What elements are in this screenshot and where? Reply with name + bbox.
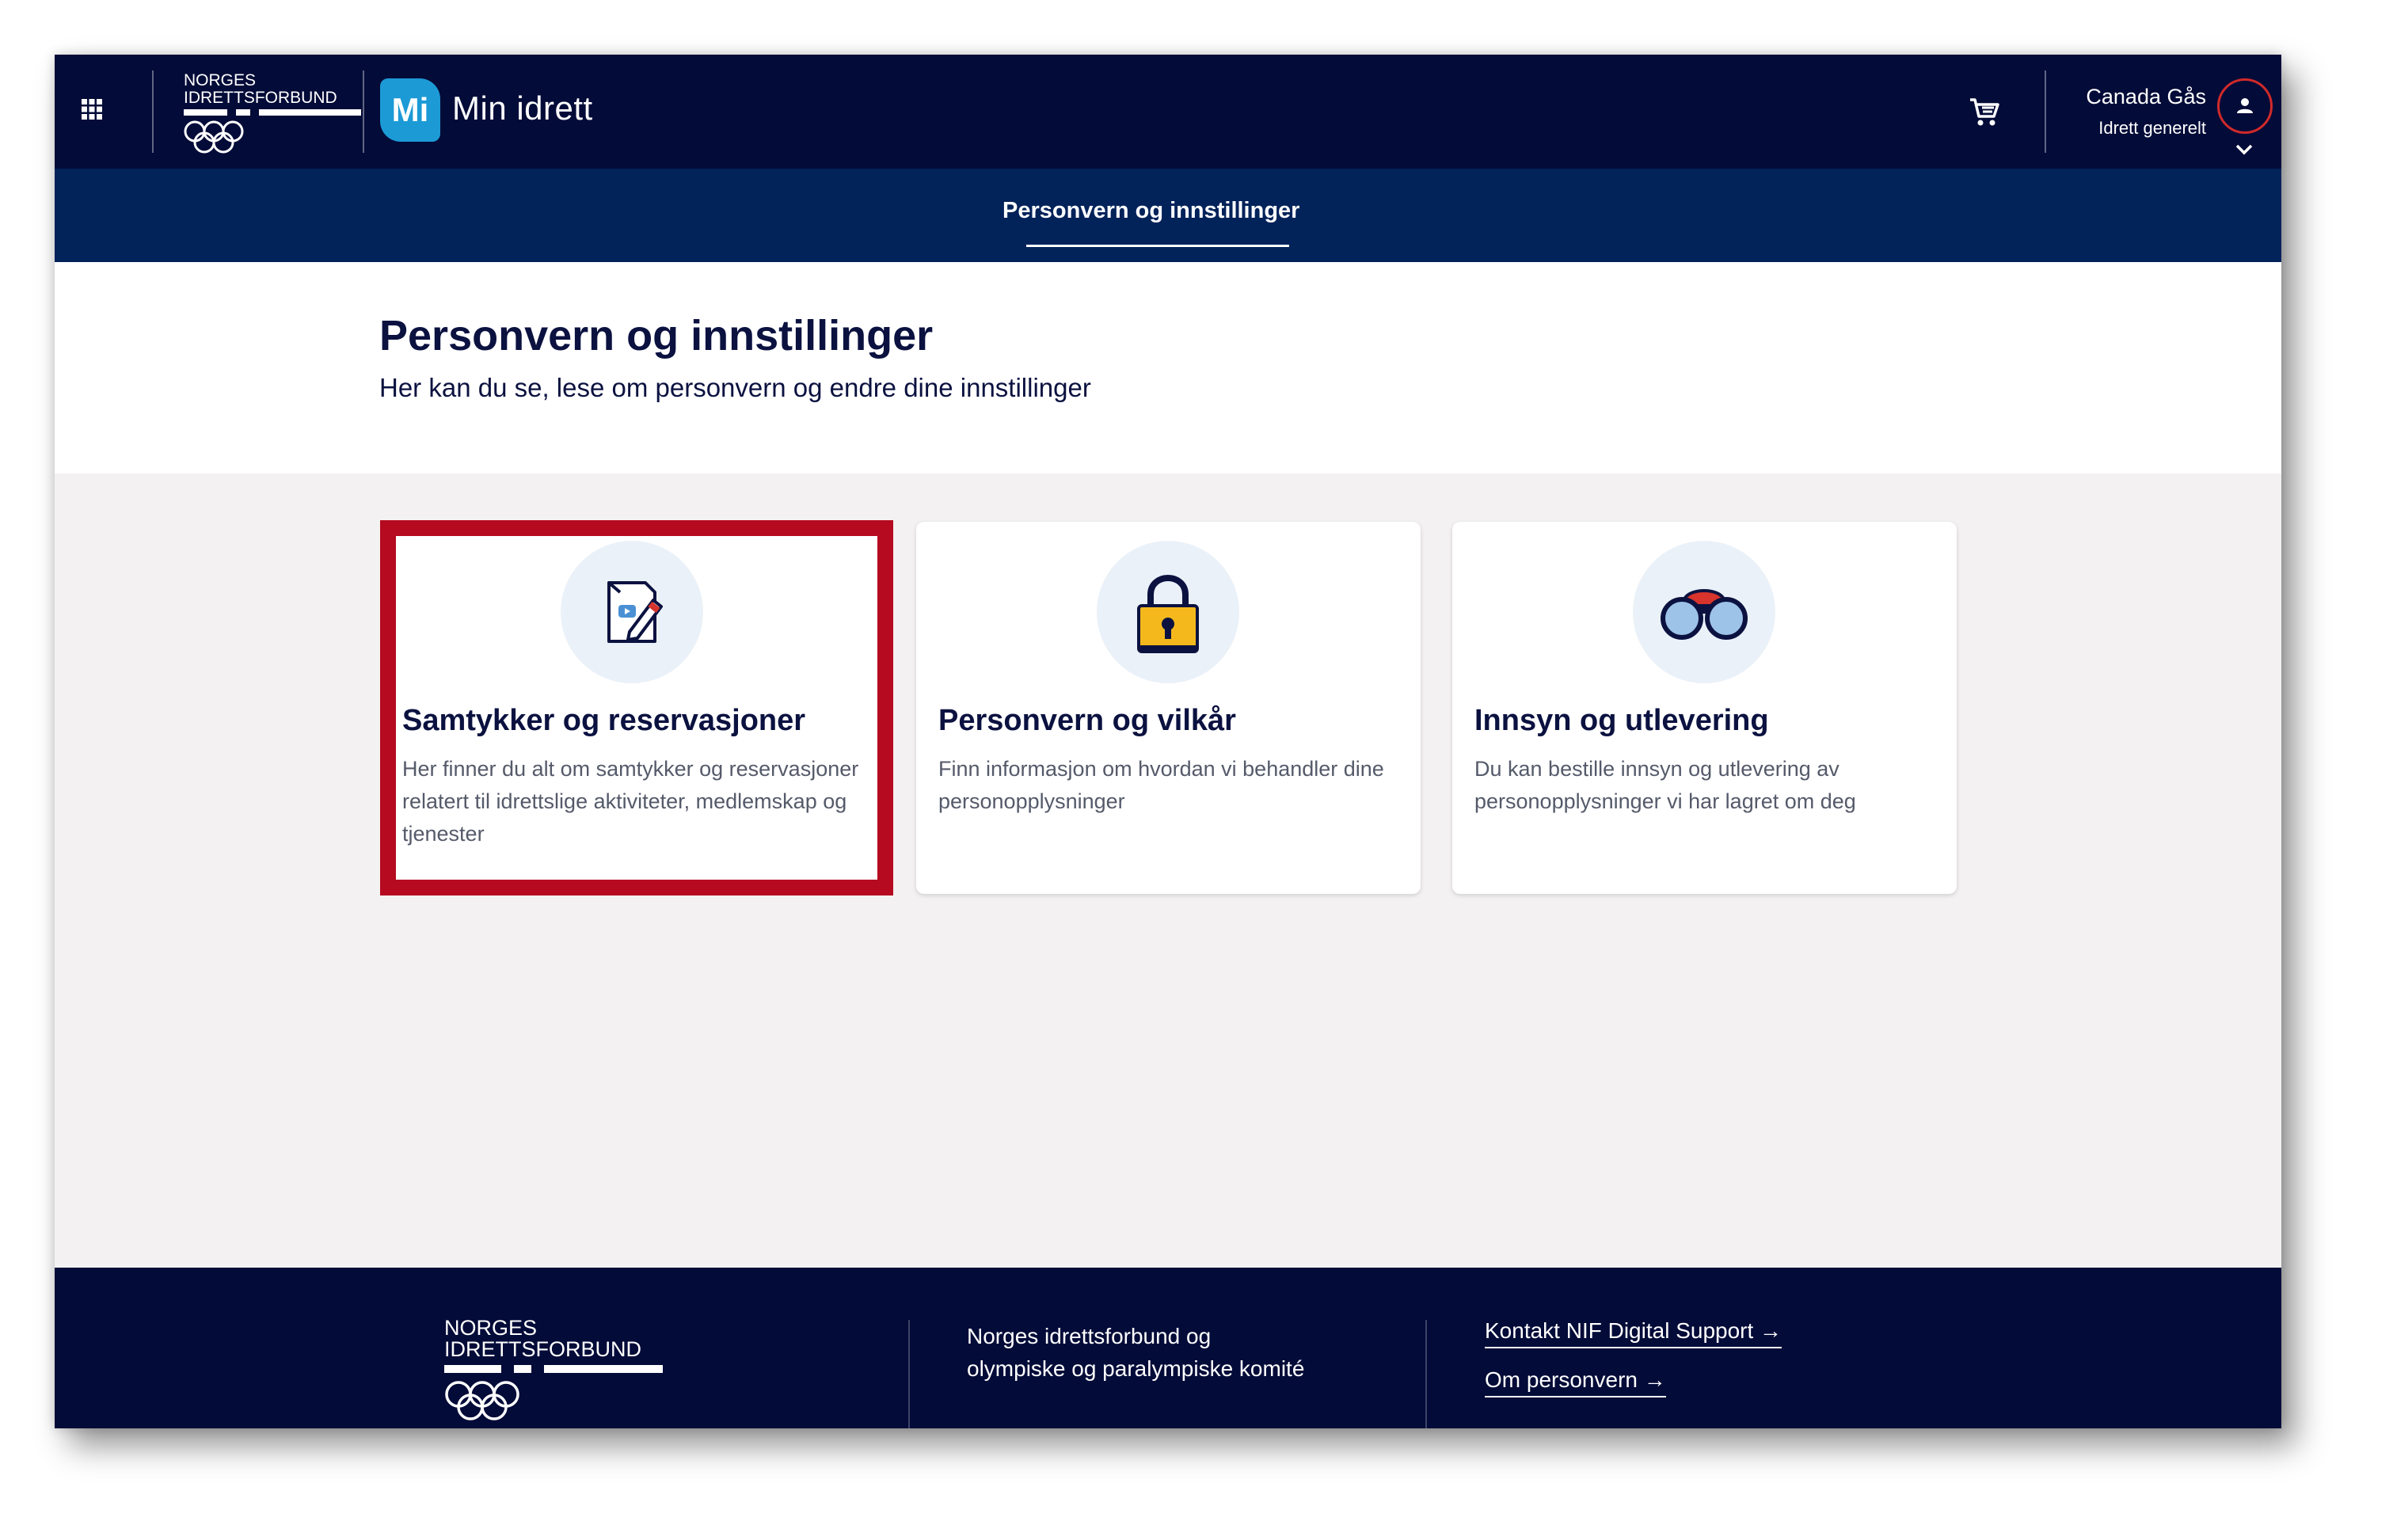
footer-nif-logo: NORGES IDRETTSFORBUND xyxy=(444,1316,663,1420)
cart-icon[interactable] xyxy=(1968,96,2001,127)
brand-line2: IDRETTSFORBUND xyxy=(184,89,337,107)
footer-divider xyxy=(908,1320,910,1428)
page-subtitle: Her kan du se, lese om personvern og end… xyxy=(379,373,1091,402)
footer-brand-line2: IDRETTSFORBUND xyxy=(444,1337,641,1361)
footer-org-line2: olympiske og paralympiske komité xyxy=(967,1356,1305,1381)
card-innsyn-og-utlevering[interactable]: Innsyn og utlevering Du kan bestille inn… xyxy=(1452,522,1957,894)
top-header: NORGES IDRETTSFORBUND Mi Min idrett Cana… xyxy=(55,55,2281,169)
person-icon xyxy=(2237,98,2253,113)
card-icon-wrapper xyxy=(1097,541,1239,683)
page-footer: NORGES IDRETTSFORBUND Norges idrettsforb… xyxy=(55,1268,2281,1428)
chevron-down-icon[interactable] xyxy=(2234,143,2254,156)
brand-line1: NORGES xyxy=(184,71,256,89)
consent-document-icon xyxy=(607,581,663,643)
card-description: Finn informasjon om hvordan vi behandler… xyxy=(938,757,1384,813)
card-description: Her finner du alt om samtykker og reserv… xyxy=(402,757,859,846)
card-personvern-og-vilkar[interactable]: Personvern og vilkår Finn informasjon om… xyxy=(916,522,1421,894)
footer-organization: Norges idrettsforbund og olympiske og pa… xyxy=(967,1320,1304,1385)
min-idrett-badge[interactable]: Mi xyxy=(380,78,440,142)
user-organization[interactable]: Idrett generelt xyxy=(2098,118,2206,139)
footer-brand-line1: NORGES xyxy=(444,1316,537,1340)
sub-navigation: Personvern og innstillinger xyxy=(55,169,2281,262)
user-name[interactable]: Canada Gås xyxy=(2086,85,2206,109)
card-title[interactable]: Personvern og vilkår xyxy=(938,704,1236,738)
card-icon-wrapper xyxy=(1633,541,1775,683)
nif-logo[interactable]: NORGES IDRETTSFORBUND xyxy=(184,68,361,155)
header-divider xyxy=(363,70,364,153)
card-title[interactable]: Samtykker og reservasjoner xyxy=(402,704,805,738)
binoculars-icon xyxy=(1661,589,1748,640)
header-divider xyxy=(2045,70,2046,153)
footer-divider xyxy=(1425,1320,1427,1428)
footer-link-privacy[interactable]: Om personvern → xyxy=(1485,1367,1666,1397)
padlock-icon xyxy=(1137,575,1199,653)
footer-link-digital-support[interactable]: Kontakt NIF Digital Support → xyxy=(1485,1318,1782,1348)
active-tab-indicator xyxy=(1026,245,1289,247)
card-description: Du kan bestille innsyn og utlevering av … xyxy=(1474,757,1856,813)
header-divider xyxy=(152,70,154,153)
tab-personvern-og-innstillinger[interactable]: Personvern og innstillinger xyxy=(1002,198,1299,224)
card-title[interactable]: Innsyn og utlevering xyxy=(1474,704,1769,738)
user-avatar-button[interactable] xyxy=(2217,78,2273,134)
footer-org-line1: Norges idrettsforbund og xyxy=(967,1324,1212,1348)
card-icon-wrapper xyxy=(561,541,703,683)
app-name[interactable]: Min idrett xyxy=(452,89,593,127)
page-title: Personvern og innstillinger xyxy=(379,312,934,359)
apps-grid-icon[interactable] xyxy=(80,97,104,121)
page-hero xyxy=(55,262,2281,473)
browser-window: NORGES IDRETTSFORBUND Mi Min idrett Cana… xyxy=(55,55,2281,1428)
card-samtykker-og-reservasjoner[interactable]: Samtykker og reservasjoner Her finner du… xyxy=(380,520,893,895)
